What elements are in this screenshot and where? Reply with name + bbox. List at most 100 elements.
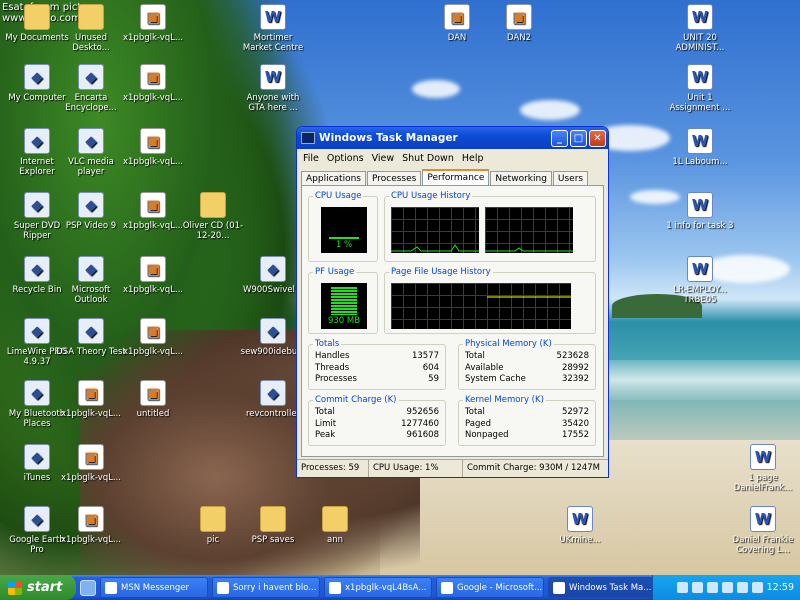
- desktop-icon[interactable]: ◆ Microsoft Outlook: [56, 256, 126, 305]
- desktop-icon[interactable]: ▣ untitled: [118, 380, 188, 419]
- desktop-icon[interactable]: ▣ x1pbglk-vqL...: [56, 380, 126, 419]
- stat-row: Processes 59: [315, 374, 439, 386]
- cpu-history-graph-1: [391, 207, 479, 253]
- stat-value: 28992: [561, 362, 589, 373]
- task-manager-icon: [553, 581, 565, 594]
- tab-performance[interactable]: Performance: [422, 169, 490, 186]
- network-icon[interactable]: [751, 582, 763, 593]
- taskbar-button-chat[interactable]: Sorry i havent blo...: [212, 577, 320, 598]
- desktop-icon[interactable]: W Daniel Frankie Covering L...: [728, 506, 798, 555]
- img-icon: ▣: [140, 128, 166, 154]
- menu-options[interactable]: Options: [323, 153, 368, 164]
- physical-stats: Total 523628 Available 28992 System Cache 3…: [465, 351, 589, 386]
- folder-icon: [24, 4, 50, 30]
- close-button[interactable]: ✕: [589, 129, 606, 147]
- desktop-icon[interactable]: ▣ x1pbglk-vqL...: [118, 4, 188, 43]
- bluetooth-icon[interactable]: [721, 582, 733, 593]
- cpu-usage-label: CPU Usage: [313, 191, 364, 201]
- menu-shut-down[interactable]: Shut Down: [398, 153, 458, 164]
- img-icon: ▣: [140, 380, 166, 406]
- menu-view[interactable]: View: [368, 153, 399, 164]
- task-manager-icon: [301, 132, 315, 144]
- task-manager-window[interactable]: Windows Task Manager _ □ ✕ File Options …: [296, 126, 609, 478]
- menu-file[interactable]: File: [299, 153, 323, 164]
- quick-launch-icon[interactable]: [80, 579, 96, 596]
- word-icon: W: [750, 506, 776, 532]
- tab-users[interactable]: Users: [552, 171, 589, 186]
- desktop-icon[interactable]: W LR-EMPLOY... TRBE05: [665, 256, 735, 305]
- desktop-icon[interactable]: ▣ x1pbglk-vqL...: [118, 64, 188, 103]
- desktop[interactable]: Esatoforum picture www.esato.com My Docu…: [0, 0, 800, 575]
- desktop-icon[interactable]: Unused Deskto...: [56, 4, 126, 53]
- taskbar-button-label: MSN Messenger: [121, 582, 189, 593]
- desktop-icon[interactable]: ▣ x1pbglk-vqL...: [56, 506, 126, 545]
- app-icon: ◆: [24, 256, 50, 282]
- menu-help[interactable]: Help: [458, 153, 488, 164]
- minimize-button[interactable]: _: [551, 129, 568, 147]
- desktop-icon-label: PSP saves: [251, 535, 295, 545]
- desktop-icon-label: LR-EMPLOY... TRBE05: [673, 285, 727, 305]
- desktop-icon[interactable]: W Mortimer Market Centre: [238, 4, 308, 53]
- app-icon: ◆: [24, 380, 50, 406]
- desktop-icon[interactable]: ◆ VLC media player: [56, 128, 126, 177]
- taskbar-button-task-manager[interactable]: Windows Task Ma...: [548, 577, 656, 598]
- desktop-icon[interactable]: W 1L Laboum...: [665, 128, 735, 167]
- tab-applications[interactable]: Applications: [301, 171, 366, 186]
- stat-value: 604: [422, 362, 439, 373]
- desktop-icon[interactable]: ◆ Encarta Encyclope...: [56, 64, 126, 113]
- desktop-icon[interactable]: PSP saves: [238, 506, 308, 545]
- desktop-icon[interactable]: ann: [300, 506, 370, 545]
- desktop-icon[interactable]: ▣ x1pbglk-vqL...: [118, 318, 188, 357]
- stat-key: Total: [315, 407, 335, 417]
- kernel-memory-group: Kernel Memory (K) Total 52972 Paged 35420 …: [458, 395, 596, 446]
- volume-icon[interactable]: [736, 582, 748, 593]
- img-icon: ▣: [78, 444, 104, 470]
- menu-bar: File Options View Shut Down Help: [297, 149, 608, 167]
- desktop-icon[interactable]: W 1 info for task 3: [665, 192, 735, 231]
- desktop-icon[interactable]: W Anyone with GTA here ...: [238, 64, 308, 113]
- taskbar-button-label: Google - Microsoft...: [457, 582, 543, 593]
- status-processes: Processes: 59: [297, 460, 369, 477]
- folder-icon: [322, 506, 348, 532]
- desktop-icon-label: 1 page DanielFrank...: [733, 473, 793, 493]
- desktop-icon[interactable]: ◆ DSA Theory Test: [56, 318, 126, 357]
- desktop-icon[interactable]: Oliver CD (01-12-20...: [178, 192, 248, 241]
- chat-icon: [217, 581, 229, 594]
- desktop-icon-label: x1pbglk-vqL...: [122, 93, 183, 103]
- desktop-icon[interactable]: ▣ x1pbglk-vqL...: [118, 128, 188, 167]
- desktop-icon[interactable]: ◆ PSP Video 9: [56, 192, 126, 231]
- desktop-icon[interactable]: ▣ x1pbglk-vqL...: [56, 444, 126, 483]
- start-label: start: [27, 580, 63, 595]
- start-button[interactable]: start: [0, 575, 76, 600]
- desktop-icon[interactable]: ▣ DAN2: [484, 4, 554, 43]
- desktop-icon[interactable]: W UKmine...: [545, 506, 615, 545]
- stat-row: System Cache 32392: [465, 374, 589, 386]
- title-bar[interactable]: Windows Task Manager _ □ ✕: [297, 127, 608, 149]
- img-icon: ▣: [78, 380, 104, 406]
- taskbar-button-google[interactable]: Google - Microsoft...: [436, 577, 544, 598]
- tray-icon[interactable]: [676, 582, 688, 593]
- kernel-memory-label: Kernel Memory (K): [463, 395, 546, 405]
- app-icon: ◆: [24, 128, 50, 154]
- desktop-icon[interactable]: W UNIT 20 ADMINIST...: [665, 4, 735, 53]
- clock[interactable]: 12:59: [767, 582, 794, 593]
- desktop-icon[interactable]: W Unit 1 Assignment ...: [665, 64, 735, 113]
- tray-icon[interactable]: [691, 582, 703, 593]
- totals-group: Totals Handles 13577 Threads 604 Processes…: [308, 339, 446, 390]
- performance-panel: CPU Usage 1 % CPU Usage History PF Usage: [301, 185, 604, 457]
- taskbar-button-image[interactable]: x1pbglk-vqL4BsA...: [324, 577, 432, 598]
- desktop-icon[interactable]: ▣ DAN: [422, 4, 492, 43]
- app-icon: ◆: [260, 256, 286, 282]
- app-icon: ◆: [78, 318, 104, 344]
- desktop-icon[interactable]: ▣ x1pbglk-vqL...: [118, 256, 188, 295]
- desktop-icon[interactable]: W 1 page DanielFrank...: [728, 444, 798, 493]
- maximize-button[interactable]: □: [570, 129, 587, 147]
- tray-icon[interactable]: [706, 582, 718, 593]
- taskbar: start MSN Messenger Sorry i havent blo..…: [0, 575, 800, 600]
- tab-networking[interactable]: Networking: [490, 171, 552, 186]
- pf-usage-meter: 930 MB: [321, 283, 367, 329]
- taskbar-button-msn[interactable]: MSN Messenger: [100, 577, 208, 598]
- tab-processes[interactable]: Processes: [366, 171, 422, 186]
- stat-key: Processes: [315, 374, 357, 384]
- img-icon: ▣: [140, 256, 166, 282]
